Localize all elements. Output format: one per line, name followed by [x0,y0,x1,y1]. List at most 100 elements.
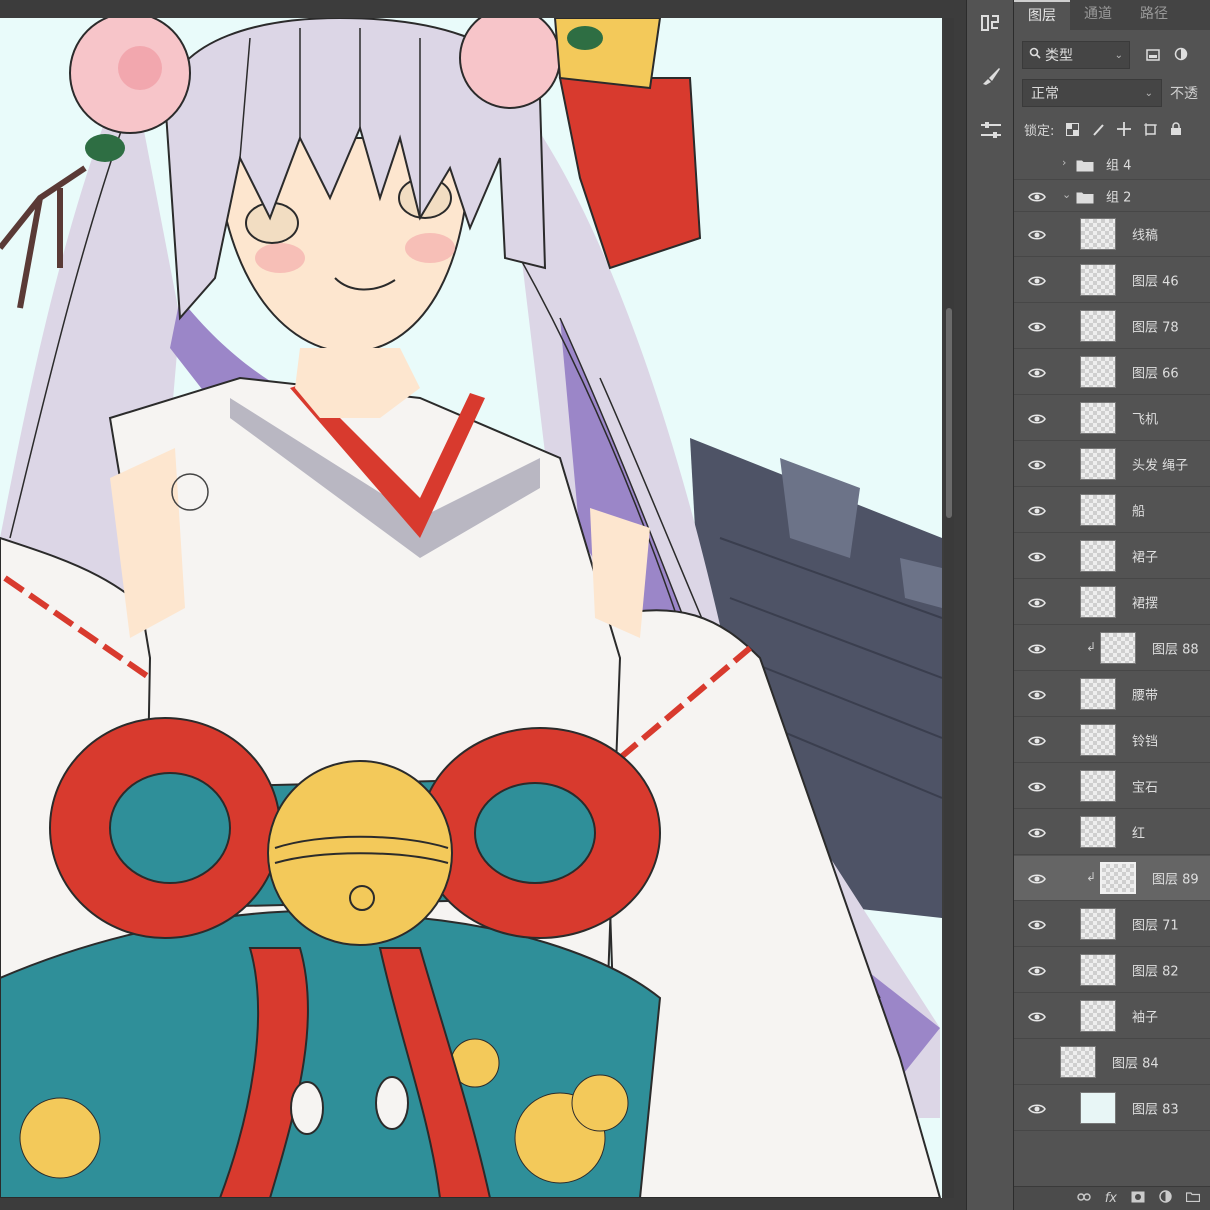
layer-row[interactable]: 飞机 [1014,396,1210,441]
bell-shape [267,760,453,946]
layer-name: 红 [1132,826,1146,842]
tab-paths[interactable]: 路径 [1126,0,1182,30]
eye-icon[interactable] [1028,1101,1046,1115]
eye-icon[interactable] [1028,157,1046,171]
layer-thumbnail [1080,448,1116,480]
eye-icon[interactable] [1028,273,1046,287]
layer-row[interactable]: 裙摆 [1014,580,1210,625]
layer-name: 图层 78 [1132,320,1179,336]
chevron-down-icon: ⌄ [1114,49,1123,61]
layer-thumbnail [1080,908,1116,940]
adjustment-filter-icon[interactable] [1174,46,1188,65]
eye-icon[interactable] [1028,917,1046,931]
fx-icon[interactable]: fx [1105,1191,1117,1206]
clipping-mask-icon: ↲ [1086,640,1097,654]
adjustment-icon[interactable] [1159,1190,1172,1207]
eye-icon[interactable] [1028,227,1046,241]
layer-name: 腰带 [1132,688,1159,704]
layer-row[interactable]: 裙子 [1014,534,1210,579]
tab-layers[interactable]: 图层 [1014,0,1070,30]
mask-icon[interactable] [1131,1191,1145,1207]
layer-name: 铃铛 [1132,734,1159,750]
layer-name: 袖子 [1132,1010,1159,1026]
layer-thumbnail [1080,1092,1116,1124]
layer-name: 裙子 [1132,550,1159,566]
layer-row[interactable]: 图层 83 [1014,1086,1210,1131]
eye-icon[interactable] [1028,779,1046,793]
clipping-mask-icon: ↲ [1086,870,1097,884]
layer-group-row[interactable]: › 组 4 [1014,148,1210,180]
eye-icon[interactable] [1028,319,1046,333]
opacity-label[interactable]: 不透 [1170,83,1198,103]
lock-transparent-icon[interactable] [1064,121,1080,137]
history-icon[interactable] [977,8,1005,36]
layer-row[interactable]: 袖子 [1014,994,1210,1039]
chevron-right-icon[interactable]: › [1062,156,1066,169]
layer-name: 裙摆 [1132,596,1159,612]
layer-name: 图层 46 [1132,274,1179,290]
layer-row[interactable]: ↲ 图层 89 [1014,856,1210,901]
scroll-thumb[interactable] [946,308,952,518]
layer-filter-select[interactable]: 类型 ⌄ [1022,41,1130,69]
eye-icon[interactable] [1028,189,1046,203]
eye-icon[interactable] [1028,825,1046,839]
layers-bottom-bar: fx [1014,1186,1210,1210]
document-canvas-area[interactable] [0,0,966,1210]
layer-row[interactable]: 图层 46 [1014,258,1210,303]
panel-tool-strip [966,0,1014,1210]
eye-icon[interactable] [1028,549,1046,563]
layer-row[interactable]: 头发 绳子 [1014,442,1210,487]
layer-row[interactable]: 图层 66 [1014,350,1210,395]
link-icon[interactable] [1077,1191,1091,1206]
folder-icon[interactable] [1185,1191,1201,1206]
eye-icon[interactable] [1028,595,1046,609]
layer-row[interactable]: 铃铛 [1014,718,1210,763]
layer-name: 宝石 [1132,780,1159,796]
folder-icon [1076,189,1094,203]
eye-icon[interactable] [1028,641,1046,655]
layer-row[interactable]: 图层 78 [1014,304,1210,349]
chevron-down-icon[interactable]: ⌄ [1062,188,1071,201]
eye-icon[interactable] [1028,1009,1046,1023]
layer-row[interactable]: 图层 71 [1014,902,1210,947]
layer-row[interactable]: 线稿 [1014,212,1210,257]
layer-name: 图层 83 [1132,1102,1179,1118]
lock-all-icon[interactable] [1168,121,1184,137]
layer-thumbnail [1080,310,1116,342]
lock-position-icon[interactable] [1116,121,1132,137]
eye-icon[interactable] [1028,411,1046,425]
eye-icon[interactable] [1028,871,1046,885]
eye-icon[interactable] [1028,1055,1046,1069]
layer-name: 头发 绳子 [1132,458,1189,474]
layer-row[interactable]: 图层 82 [1014,948,1210,993]
layer-group-row[interactable]: ⌄ 组 2 [1014,180,1210,212]
eye-icon[interactable] [1028,733,1046,747]
tab-channels[interactable]: 通道 [1070,0,1126,30]
adjustments-icon[interactable] [977,116,1005,144]
eye-icon[interactable] [1028,687,1046,701]
layer-row[interactable]: ↲ 图层 88 [1014,626,1210,671]
lock-artboard-icon[interactable] [1142,121,1158,137]
blend-mode-select[interactable]: 正常 ⌄ [1022,79,1162,107]
eye-icon[interactable] [1028,503,1046,517]
layer-row[interactable]: 腰带 [1014,672,1210,717]
layer-row[interactable]: 图层 84 [1014,1040,1210,1085]
lock-pixels-icon[interactable] [1090,121,1106,137]
layer-name: 组 4 [1106,158,1132,173]
filter-type-label: 类型 [1045,48,1073,64]
layer-row[interactable]: 红 [1014,810,1210,855]
illustration-canvas[interactable] [0,18,942,1198]
layer-thumbnail [1080,816,1116,848]
image-filter-icon[interactable] [1146,46,1160,65]
layer-row[interactable]: 船 [1014,488,1210,533]
eye-icon[interactable] [1028,457,1046,471]
layer-thumbnail [1100,632,1136,664]
layer-thumbnail [1080,218,1116,250]
eye-icon[interactable] [1028,963,1046,977]
eye-icon[interactable] [1028,365,1046,379]
canvas-vertical-scrollbar[interactable] [944,18,954,1198]
brush-icon[interactable] [977,62,1005,90]
layer-name: 图层 71 [1132,918,1179,934]
layer-name: 船 [1132,504,1146,520]
layer-row[interactable]: 宝石 [1014,764,1210,809]
